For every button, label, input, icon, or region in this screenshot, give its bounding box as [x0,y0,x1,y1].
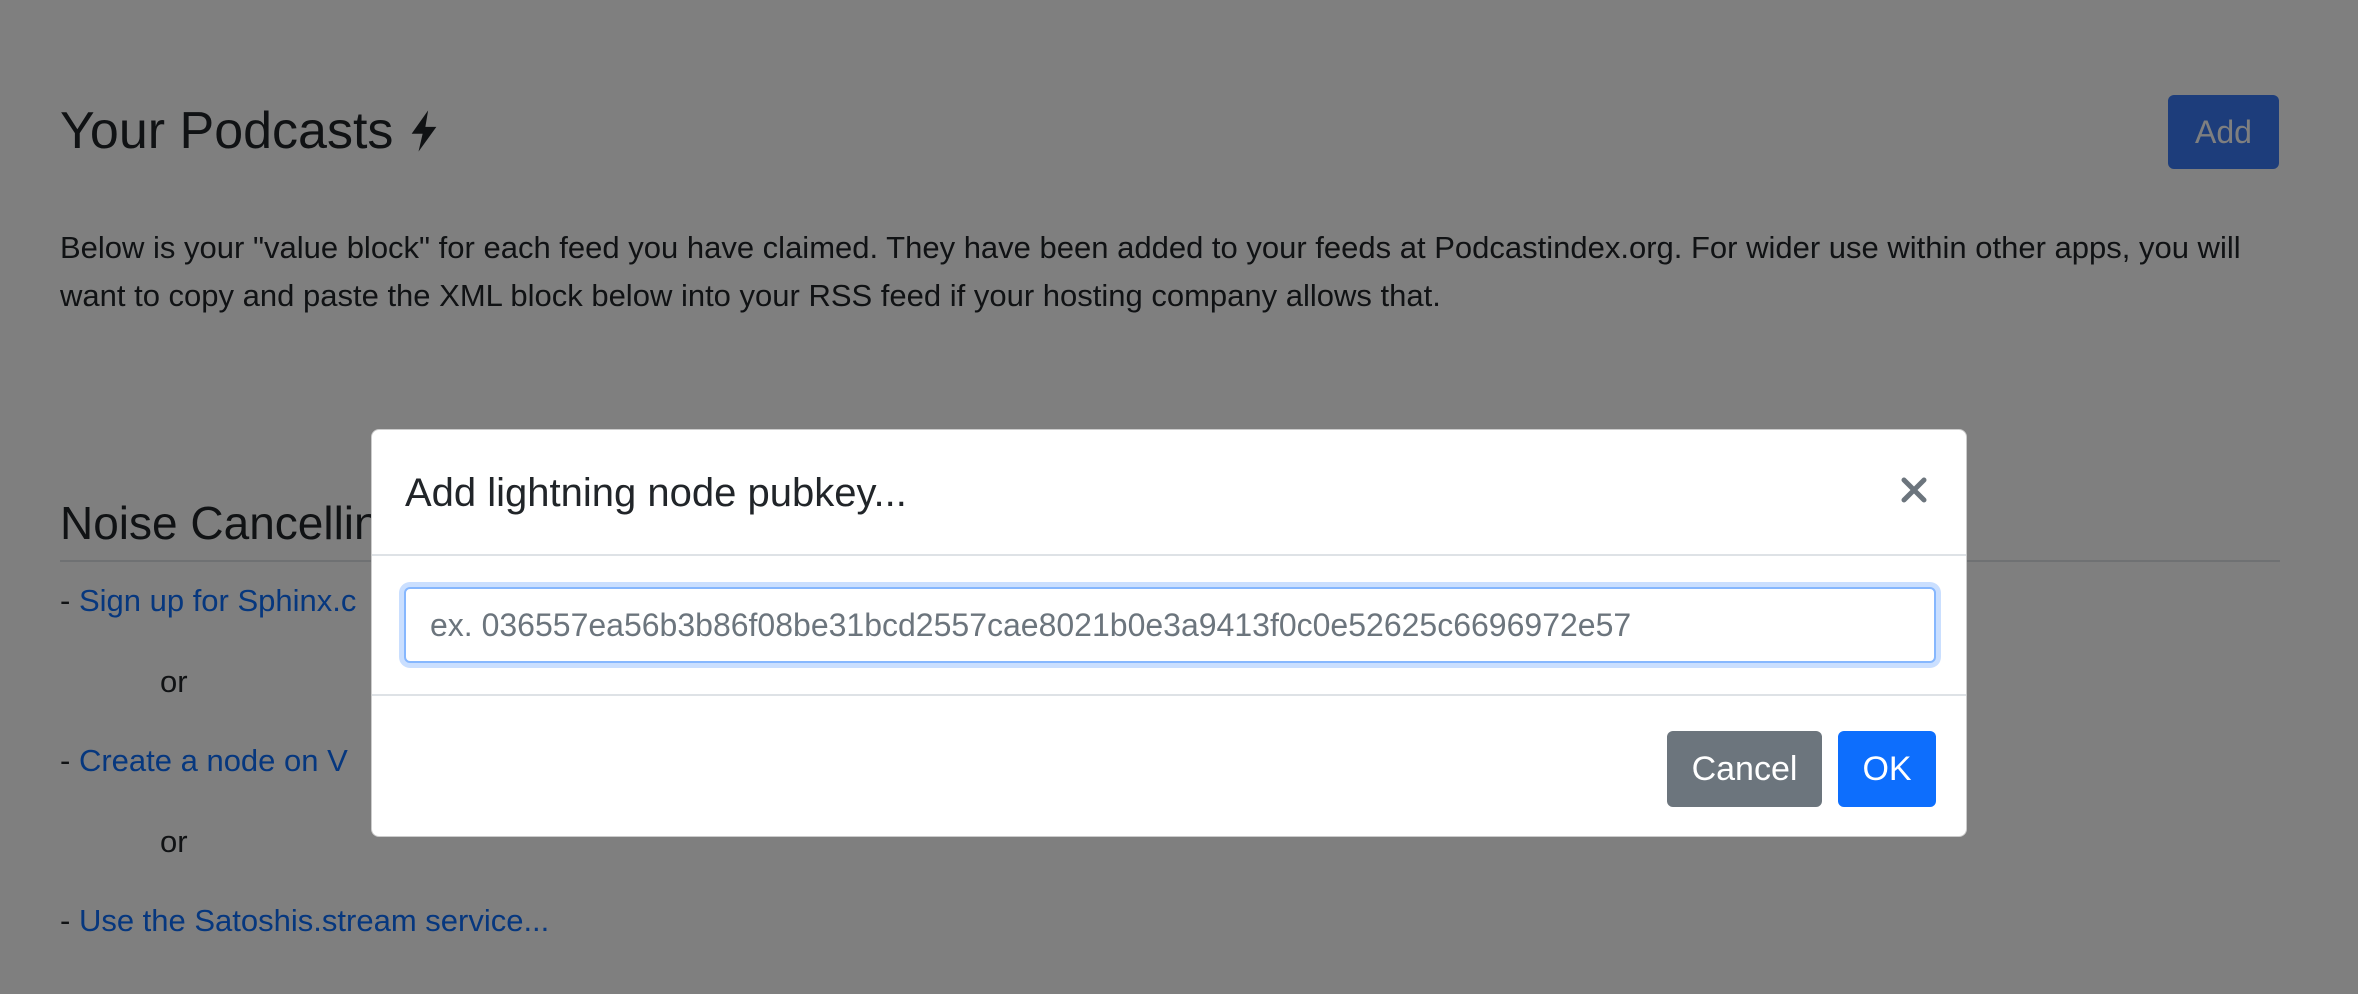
modal-body [372,556,1966,696]
ok-button[interactable]: OK [1838,731,1936,807]
modal-header: Add lightning node pubkey... [372,430,1966,556]
modal-footer: Cancel OK [372,696,1966,836]
close-button[interactable] [1892,468,1936,512]
pubkey-input[interactable] [404,587,1936,663]
add-pubkey-modal: Add lightning node pubkey... Cancel OK [371,429,1967,837]
cancel-button[interactable]: Cancel [1667,731,1822,807]
close-icon [1901,477,1927,503]
podcasts-page: Your Podcasts Add Below is your "value b… [0,0,2358,994]
modal-title: Add lightning node pubkey... [405,471,907,515]
